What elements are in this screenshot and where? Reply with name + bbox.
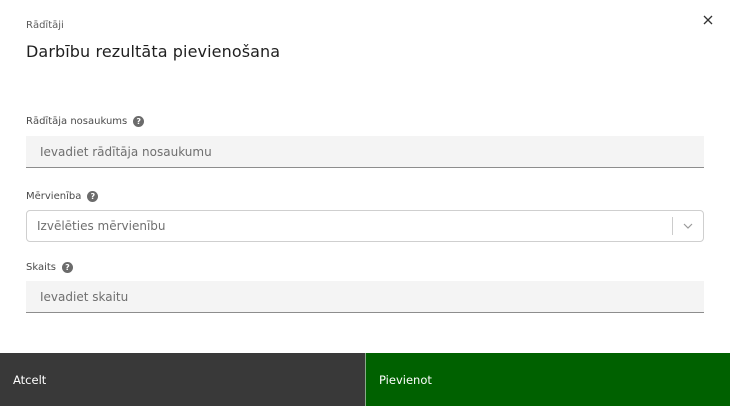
help-icon[interactable]: ? <box>87 191 99 202</box>
indicator-name-label: Rādītāja nosaukums <box>26 116 128 127</box>
add-button[interactable]: Pievienot <box>365 353 730 406</box>
help-icon[interactable]: ? <box>62 262 73 273</box>
unit-label: Mērvienība <box>26 191 82 202</box>
add-result-modal: Rādītāji Darbību rezultāta pievienošana … <box>0 0 730 406</box>
unit-select-placeholder: Izvēlēties mērvienību <box>37 219 166 233</box>
modal-title: Darbību rezultāta pievienošana <box>26 42 281 61</box>
indicator-name-input[interactable] <box>26 136 704 168</box>
modal-footer: Atcelt Pievienot <box>0 353 730 406</box>
unit-select[interactable]: Izvēlēties mērvienību <box>26 210 704 242</box>
close-icon <box>703 15 713 25</box>
count-label-row: Skaits ? <box>26 262 73 273</box>
help-icon[interactable]: ? <box>133 116 145 127</box>
unit-select-toggle[interactable] <box>673 211 703 241</box>
count-input[interactable] <box>26 281 704 313</box>
unit-label-row: Mērvienība ? <box>26 191 99 202</box>
close-button[interactable] <box>698 10 718 30</box>
cancel-button[interactable]: Atcelt <box>0 353 365 406</box>
modal-eyebrow: Rādītāji <box>26 20 64 31</box>
count-label: Skaits <box>26 262 56 273</box>
indicator-name-label-row: Rādītāja nosaukums ? <box>26 116 145 127</box>
chevron-down-icon <box>683 223 693 229</box>
